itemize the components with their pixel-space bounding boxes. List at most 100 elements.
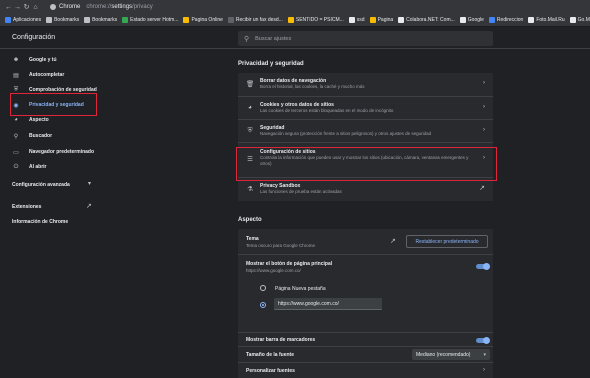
highlight-box-site-settings (236, 147, 497, 181)
sidebar-about[interactable]: Información de Chrome (12, 219, 68, 225)
bookmark-item[interactable]: Go.Mail.Ru (569, 17, 590, 23)
address-bar[interactable]: Chrome chrome://settings/privacy (50, 2, 586, 12)
bookmark-item[interactable]: Estado server Hotm... (122, 17, 178, 23)
bookmark-label: Aplicaciones (13, 17, 42, 23)
bookmark-icon (183, 17, 190, 23)
sidebar-advanced[interactable]: Configuración avanzada (12, 182, 70, 188)
home-url-input[interactable]: https://www.google.com.co/ (274, 298, 382, 310)
radio-new-tab-label: Página Nueva pestaña (275, 286, 326, 292)
row-subtitle: Navegación segura (protección frente a s… (260, 131, 432, 136)
row-customize-fonts[interactable]: Personalizar fuentes › (238, 362, 493, 378)
settings-header: Configuración ⚲ Buscar ajustes (0, 27, 590, 49)
bookmark-item[interactable]: Bookmarks (84, 17, 117, 23)
bookmark-label: Recibir un fax desd... (235, 17, 283, 23)
font-size-select[interactable]: Mediano (recomendado) ▾ (412, 349, 490, 360)
bookmark-item[interactable]: Google (459, 17, 484, 23)
reset-theme-button[interactable]: Restablecer predeterminado (406, 235, 488, 248)
bookmark-icon (398, 17, 405, 23)
clipboard-icon: ▤ (13, 72, 19, 79)
bookmark-icon (227, 17, 234, 23)
sidebar-item-label: Al abrir (29, 164, 47, 170)
row-home-button: Mostrar el botón de página principal htt… (238, 254, 493, 332)
trash-icon: 🗑 (246, 81, 255, 88)
person-icon: ☻ (12, 57, 20, 63)
bookmark-item[interactable]: Redireccion (488, 17, 524, 23)
sidebar-item-label: Google y tú (29, 57, 57, 63)
bookmarks-bar: Aplicaciones Bookmarks Bookmarks Estado ser… (0, 14, 590, 27)
row-font-size: Tamaño de la fuente Mediano (recomendado… (238, 346, 493, 362)
sidebar-extensions[interactable]: Extensiones (12, 204, 41, 210)
section-title-appearance: Aspecto (238, 217, 262, 223)
bookmark-label: Bookmarks (54, 17, 80, 23)
row-clear-browsing-data[interactable]: 🗑 Borrar datos de navegación Borra el hi… (238, 73, 493, 96)
sidebar-item-google[interactable]: ☻ Google y tú (0, 53, 105, 67)
theme-subtitle: Tema oscuro para Google Chrome (246, 243, 316, 248)
sidebar-item-appearance[interactable]: ◕ Aspecto (0, 113, 105, 127)
bookmark-icon (348, 17, 355, 23)
url-text: chrome://settings/privacy (86, 4, 153, 10)
home-button-subtitle: https://www.google.com.co/ (246, 268, 301, 273)
row-bookmarks-bar: Mostrar barra de marcadores (238, 332, 493, 346)
row-subtitle: Las cookies de terceros están bloqueadas… (260, 108, 394, 113)
bookmark-item[interactable]: Pagina (369, 17, 393, 23)
flask-icon: ⚗ (247, 186, 253, 193)
sidebar: ☻ Google y tú ▤ Autocompletar ⛨ Comproba… (0, 49, 105, 378)
bookmark-item[interactable]: Pagina Online (183, 17, 223, 23)
sidebar-item-label: Navegador predeterminado (29, 149, 95, 155)
home-icon[interactable]: ⌂ (31, 2, 40, 12)
bookmark-item[interactable]: SENTIDO = PSICM... (287, 17, 344, 23)
sidebar-item-search-engine[interactable]: ⚲ Buscador (0, 129, 105, 143)
customize-fonts-label: Personalizar fuentes (246, 368, 295, 374)
bookmark-label: Pagina Online (191, 17, 223, 23)
external-link-icon: ↗ (479, 185, 485, 192)
sidebar-item-label: Autocompletar (29, 72, 65, 78)
bookmark-item[interactable]: Bookmarks (46, 17, 79, 23)
sidebar-item-label: Aspecto (29, 117, 49, 123)
browser-icon: ▭ (13, 149, 19, 156)
bookmark-label: Go.Mail.Ru (577, 17, 590, 23)
bookmarks-bar-toggle[interactable] (476, 336, 490, 344)
bookmark-label: Google (467, 17, 484, 23)
row-security[interactable]: ⛨ Seguridad Navegación segura (protecció… (238, 119, 493, 142)
bookmarks-bar-label: Mostrar barra de marcadores (246, 337, 316, 343)
radio-custom-url[interactable] (260, 302, 266, 308)
bookmark-icon (122, 17, 129, 23)
external-link-icon[interactable]: ↗ (390, 237, 396, 245)
external-link-icon[interactable]: ↗ (86, 202, 92, 210)
bookmark-label: SENTIDO = PSICM... (295, 17, 344, 23)
row-cookies[interactable]: ◕ Cookies y otros datos de sitios Las co… (238, 96, 493, 119)
chevron-down-icon[interactable]: ▾ (88, 180, 91, 187)
bookmark-item[interactable]: Aplicaciones (5, 17, 41, 23)
palette-icon: ◕ (14, 117, 18, 123)
bookmark-label: Redireccion (496, 17, 524, 23)
bookmark-icon (46, 17, 53, 23)
back-icon[interactable]: ← (4, 2, 13, 12)
tab-label: Chrome (59, 4, 81, 10)
font-size-value: Mediano (recomendado) (416, 351, 471, 358)
bookmark-label: Estado server Hotm... (130, 17, 179, 23)
bookmark-item[interactable]: Recibir un fax desd... (227, 17, 283, 23)
privacy-card: 🗑 Borrar datos de navegación Borra el hi… (238, 73, 493, 201)
sidebar-item-autofill[interactable]: ▤ Autocompletar (0, 68, 105, 82)
bookmark-item[interactable]: Colabora.NET: Com... (398, 17, 455, 23)
bookmark-icon (287, 17, 294, 23)
row-subtitle: Borra el historial, las cookies, la cach… (260, 84, 365, 89)
home-button-label: Mostrar el botón de página principal (246, 261, 333, 267)
theme-label: Tema (246, 236, 259, 242)
home-button-toggle[interactable] (476, 262, 490, 270)
sidebar-item-default-browser[interactable]: ▭ Navegador predeterminado (0, 145, 105, 159)
shield-icon: ⛨ (247, 127, 253, 134)
reload-icon[interactable]: ↻ (22, 2, 31, 12)
search-input[interactable]: ⚲ Buscar ajustes (238, 31, 493, 46)
chrome-logo-icon (50, 4, 56, 10)
bookmark-item[interactable]: ssd (348, 17, 365, 23)
bookmark-label: ssd (356, 17, 365, 23)
bookmark-icon (5, 17, 11, 23)
bookmark-icon (369, 17, 376, 23)
forward-icon[interactable]: → (13, 2, 22, 12)
font-size-label: Tamaño de la fuente (246, 352, 294, 358)
bookmark-item[interactable]: Foto.Mail.Ru (528, 17, 565, 23)
radio-new-tab[interactable] (260, 285, 266, 291)
sidebar-item-label: Buscador (29, 133, 53, 139)
sidebar-item-on-startup[interactable]: ⏻ Al abrir (0, 160, 105, 174)
